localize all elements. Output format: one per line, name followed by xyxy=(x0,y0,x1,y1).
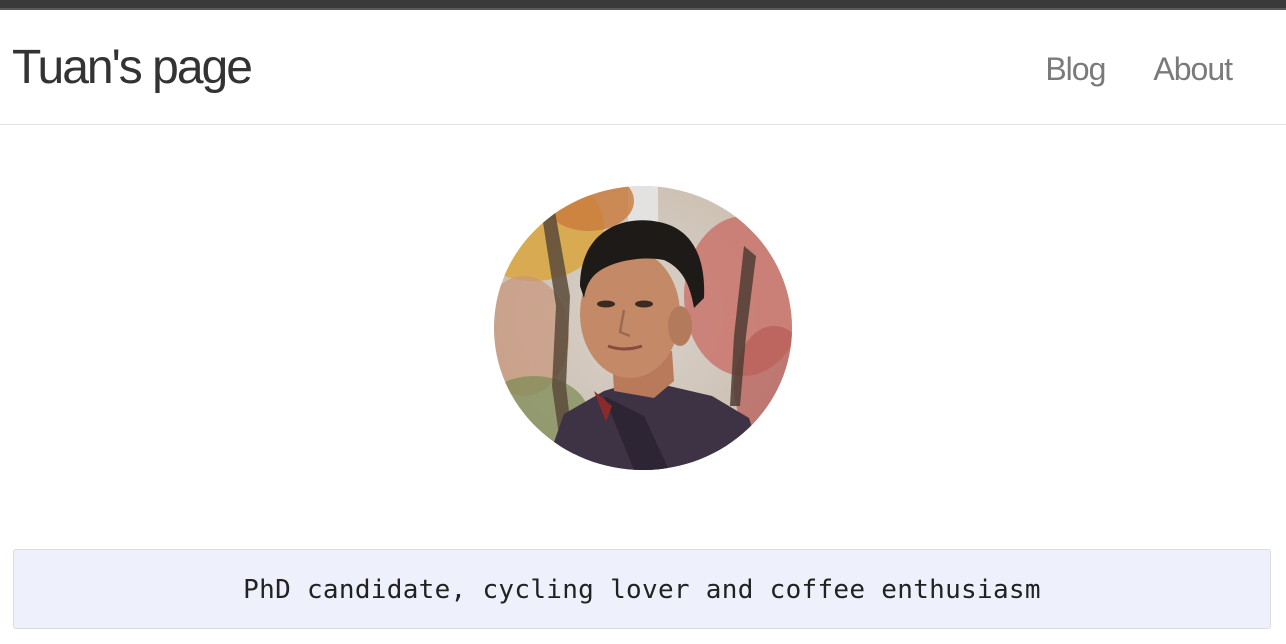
profile-tagline: PhD candidate, cycling lover and coffee … xyxy=(243,575,1041,605)
site-title-link[interactable]: Tuan's page xyxy=(12,40,253,96)
top-accent-strip xyxy=(0,0,1286,12)
nav-link-about[interactable]: About xyxy=(1153,50,1233,88)
tagline-box: PhD candidate, cycling lover and coffee … xyxy=(13,549,1271,629)
site-header: Tuan's page Blog About xyxy=(0,12,1286,125)
site-nav: Blog About xyxy=(1045,50,1233,88)
profile-avatar xyxy=(494,186,792,470)
nav-link-blog[interactable]: Blog xyxy=(1045,50,1106,88)
